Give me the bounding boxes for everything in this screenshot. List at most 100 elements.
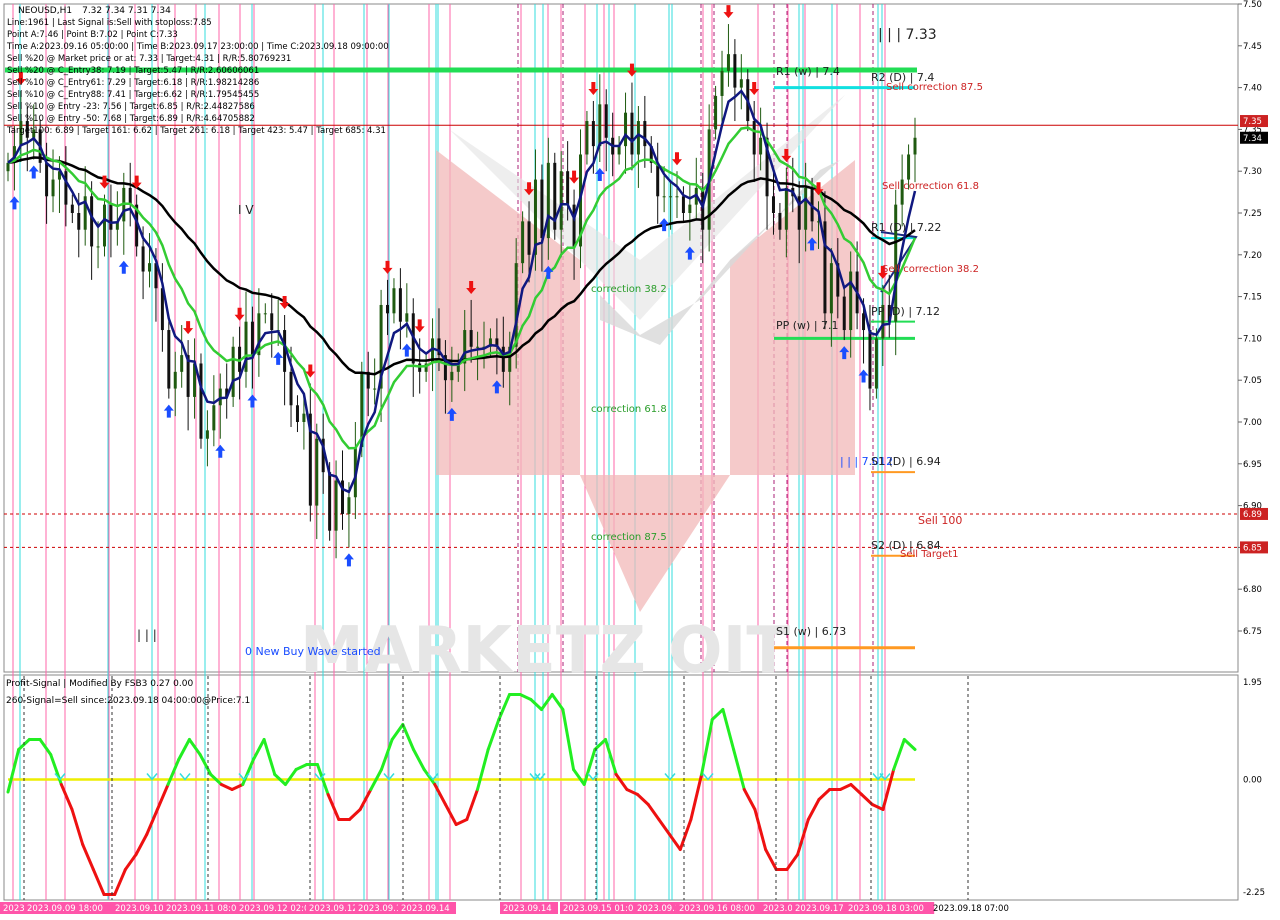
candle-body: [868, 330, 872, 389]
candle-body: [630, 112, 634, 155]
candle-body: [45, 162, 49, 197]
candle-body: [784, 187, 788, 230]
sell-target1-label: Sell Target1: [900, 549, 959, 560]
candle-body: [334, 480, 338, 531]
candle-body: [347, 497, 351, 514]
info-line: Sell %10 @ C_Entry88: 7.41 | Target:6.62…: [7, 90, 259, 100]
candle-body: [295, 405, 299, 422]
time-tick-label: 2023.09.14: [401, 904, 450, 914]
candle-body: [656, 162, 660, 197]
candle-body: [720, 70, 724, 96]
candle-body: [328, 472, 332, 531]
sell-100-label: Sell 100: [918, 514, 962, 527]
price-tick-label: 7.30: [1243, 167, 1262, 177]
time-tick-label: 2023.09.14: [503, 904, 552, 914]
candle-body: [6, 162, 10, 172]
price-tick-label: 7.20: [1243, 251, 1262, 261]
time-tick-label: 2023.09.17: [795, 904, 844, 914]
time-tick-label: 2023.09.16 08:00: [679, 904, 755, 914]
candle-body: [386, 304, 390, 314]
correction-382-label: correction 38.2: [591, 284, 667, 295]
candle-body: [180, 355, 184, 372]
correction-618-label: correction 61.8: [591, 404, 667, 415]
candle-body: [398, 288, 402, 322]
candle-body: [469, 330, 473, 347]
candle-body: [913, 137, 917, 155]
info-line: Sell %20 @ Market price or at: 7.33 | Ta…: [7, 54, 291, 64]
candle-body: [849, 271, 853, 331]
info-line: Point A:7.46 | Point B:7.02 | Point C:7.…: [7, 30, 178, 40]
sell-correction-875-label: Sell correction 87.5: [886, 82, 983, 93]
s1-daily-label: S1 (D) | 6.94: [871, 455, 941, 468]
candle-body: [450, 371, 454, 381]
price-tick-label: 7.10: [1243, 334, 1262, 344]
candle-body: [141, 246, 145, 272]
price-tick-label: 7.15: [1243, 293, 1262, 303]
osc-tick-label: -2.25: [1243, 888, 1265, 898]
osc-signal-text: 260-Signal=Sell since:2023.09.18 04:00:0…: [6, 696, 250, 706]
price-tick-label: 6.95: [1243, 460, 1262, 470]
candle-body: [688, 204, 692, 213]
marker-733: | | | 7.33: [878, 27, 937, 43]
candle-body: [681, 196, 685, 213]
price-tag-label: 6.85: [1243, 543, 1262, 553]
candle-body: [559, 171, 563, 230]
osc-title: Profit-Signal | Modified By FSB3 0.27 0.…: [6, 679, 193, 689]
info-line: Sell %20 @ C_Entry38: 7.19 | Target:5.47…: [7, 66, 259, 76]
candle-body: [173, 371, 177, 389]
candle-body: [752, 121, 756, 155]
symbol-label: NEOUSD,H1 7.32 7.34 7.31 7.34: [18, 6, 171, 16]
time-tick-label: 2023.09.12 02:00: [239, 904, 315, 914]
marker-iii: | | |: [137, 628, 157, 642]
time-tick-label: 2023.09.18 07:00: [933, 904, 1009, 914]
price-tick-label: 7.05: [1243, 376, 1262, 386]
candle-body: [759, 137, 763, 155]
s1-weekly-label: S1 (w) | 6.73: [776, 625, 846, 638]
candle-body: [527, 221, 531, 255]
candle-body: [315, 438, 319, 506]
candle-body: [662, 196, 666, 198]
sell-correction-382-label: Sell correction 38.2: [882, 264, 979, 275]
price-tag-label: 7.35: [1243, 117, 1262, 127]
osc-tick-label: 1.95: [1243, 678, 1262, 688]
candle-body: [804, 187, 808, 230]
candle-body: [591, 121, 595, 147]
time-tick-label: 2023.09.12: [309, 904, 358, 914]
candle-body: [392, 288, 396, 314]
candle-body: [771, 196, 775, 213]
candle-body: [109, 204, 113, 230]
candle-body: [302, 413, 306, 422]
price-tick-label: 7.45: [1243, 42, 1262, 52]
candle-body: [199, 363, 203, 439]
info-line: Line:1961 | Last Signal is:Sell with sto…: [7, 18, 212, 28]
candle-body: [148, 263, 152, 272]
candle-body: [128, 187, 132, 205]
candle-body: [231, 346, 235, 397]
candle-body: [289, 371, 293, 406]
osc-panel-frame: [3, 674, 1239, 901]
osc-tick-label: 0.00: [1243, 776, 1262, 786]
info-line: Sell %10 @ Entry -23: 7.56 | Target:6.85…: [7, 102, 255, 112]
candle-body: [598, 104, 602, 147]
candle-body: [862, 313, 866, 331]
time-tick-label: 2023.09.10: [115, 904, 164, 914]
candle-body: [907, 154, 911, 180]
candle-body: [714, 95, 718, 130]
price-tick-label: 6.80: [1243, 585, 1262, 595]
candle-body: [212, 405, 216, 431]
candle-body: [514, 263, 518, 347]
sell-correction-618-label: Sell correction 61.8: [882, 181, 979, 192]
r1-weekly-label: R1 (w) | 7.4: [776, 65, 840, 78]
price-tag-label: 6.89: [1243, 510, 1262, 520]
time-tick-label: 2023.09.15 01:00: [563, 904, 639, 914]
time-tick-label: 2023.09.09 18:00: [27, 904, 103, 914]
price-tick-label: 7.25: [1243, 209, 1262, 219]
candle-body: [546, 162, 550, 239]
candle-body: [96, 246, 100, 248]
candle-body: [405, 313, 409, 322]
candle-body: [874, 338, 878, 389]
time-tick-label: 2023.09.11 08:00: [166, 904, 242, 914]
price-tag-label: 7.34: [1243, 134, 1262, 144]
candle-body: [64, 171, 68, 205]
candle-body: [566, 171, 570, 205]
